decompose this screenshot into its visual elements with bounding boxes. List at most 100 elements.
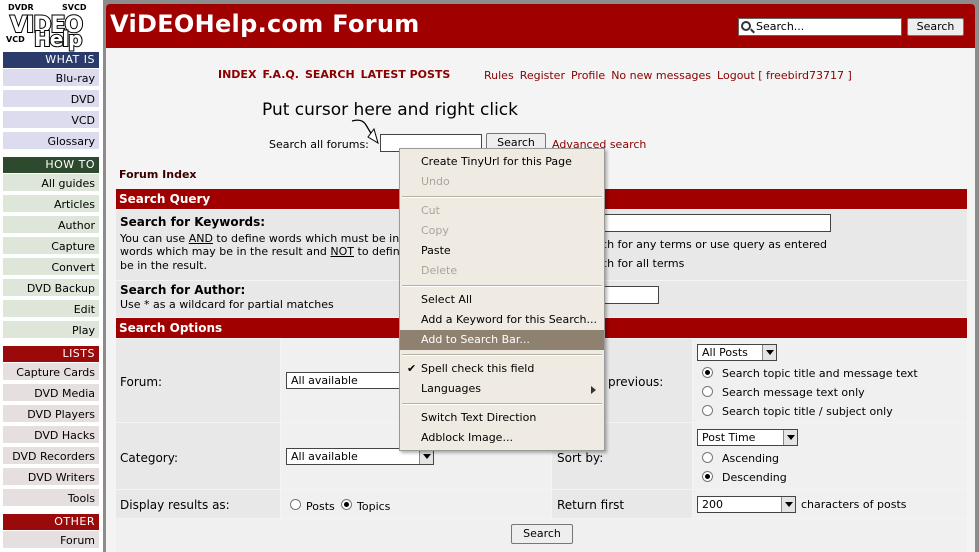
keywords-input[interactable] — [590, 214, 831, 232]
sidebar-item-dvd-backup[interactable]: DVD Backup — [3, 279, 99, 298]
scope-radio-message-only[interactable] — [702, 386, 713, 397]
sidebar-item-capture[interactable]: Capture — [3, 237, 99, 256]
return-suffix: characters of posts — [801, 498, 907, 511]
chevron-down-icon — [419, 449, 433, 464]
ctx-cut: Cut — [421, 204, 440, 217]
return-select[interactable]: 200 — [697, 496, 796, 513]
sort-descending: Descending — [722, 471, 787, 484]
sidebar-item-glossary[interactable]: Glossary — [3, 132, 99, 151]
sidebar-item-dvd-recorders[interactable]: DVD Recorders — [3, 447, 99, 466]
sort-radio-ascending[interactable] — [702, 452, 713, 463]
keywords-label: Search for Keywords: — [120, 215, 266, 229]
sidebar-item-bluray[interactable]: Blu-ray — [3, 69, 99, 88]
nav-profile[interactable]: Profile — [571, 69, 605, 82]
ctx-select-all[interactable]: Select All — [400, 290, 604, 310]
secondary-nav: Rules Register Profile No new messages Logou… — [484, 69, 858, 82]
chevron-down-icon — [762, 345, 776, 360]
logo-help: Help — [33, 26, 84, 52]
annotation-text: Put cursor here and right click — [262, 100, 518, 120]
display-label: Display results as: — [120, 498, 230, 512]
scope-message-only: Search message text only — [722, 386, 865, 399]
checkmark-icon: ✔ — [407, 362, 417, 375]
header-search-input[interactable]: Search... — [738, 18, 902, 36]
sidebar: DVDR SVCD VIDEO VCD Help WHAT IS Blu-ray… — [0, 0, 102, 552]
sidebar-item-edit[interactable]: Edit — [3, 300, 99, 319]
scope-title-only: Search topic title / subject only — [722, 405, 893, 418]
display-radio-posts[interactable] — [290, 499, 301, 510]
sidebar-item-play[interactable]: Play — [3, 321, 99, 340]
scope-radio-title-only[interactable] — [702, 405, 713, 416]
return-label: Return first — [557, 498, 625, 512]
scope-radio-title-message[interactable] — [702, 367, 713, 378]
display-topics: Topics — [357, 500, 391, 513]
logo-vcd: VCD — [6, 35, 25, 44]
forum-label: Forum: — [120, 375, 163, 389]
ctx-spell-check[interactable]: ✔ Spell check this field — [400, 359, 604, 379]
forum-select[interactable]: All available — [286, 372, 404, 389]
ctx-undo: Undo — [421, 175, 450, 188]
ctx-add-to-search-bar[interactable]: Add to Search Bar... — [400, 330, 604, 350]
ctx-adblock-image[interactable]: Adblock Image... — [400, 428, 604, 448]
keywords-help-line3: be in the result. — [120, 259, 207, 272]
context-menu: Create TinyUrl for this Page Undo Cut Co… — [399, 148, 605, 451]
search-icon — [741, 21, 751, 31]
logo-svcd: SVCD — [62, 3, 87, 12]
nav-register[interactable]: Register — [520, 69, 565, 82]
author-label: Search for Author: — [120, 283, 246, 297]
sort-select[interactable]: Post Time — [697, 429, 798, 446]
sidebar-item-articles[interactable]: Articles — [3, 195, 99, 214]
sidebar-item-dvd-hacks[interactable]: DVD Hacks — [3, 426, 99, 445]
sidebar-item-dvd-players[interactable]: DVD Players — [3, 405, 99, 424]
sidebar-item-all-guides[interactable]: All guides — [3, 174, 99, 193]
sidebar-header-how-to: HOW TO — [3, 157, 99, 173]
previous-select[interactable]: All Posts — [697, 344, 777, 361]
sidebar-item-tools[interactable]: Tools — [3, 489, 99, 508]
display-posts: Posts — [306, 500, 335, 513]
keywords-help-line2: words which may be in the result and NOT… — [120, 245, 400, 258]
ctx-create-tinyurl[interactable]: Create TinyUrl for this Page — [400, 152, 604, 172]
nav-logout[interactable]: Logout [ freebird73717 ] — [717, 69, 852, 82]
chevron-down-icon — [783, 430, 797, 445]
sidebar-item-dvd[interactable]: DVD — [3, 90, 99, 109]
scope-title-message: Search topic title and message text — [722, 367, 918, 380]
sort-label: Sort by: — [557, 451, 604, 465]
sidebar-item-convert[interactable]: Convert — [3, 258, 99, 277]
category-label: Category: — [120, 451, 178, 465]
site-logo[interactable]: DVDR SVCD VIDEO VCD Help — [4, 3, 98, 52]
sort-ascending: Ascending — [722, 452, 780, 465]
previous-label: previous: — [608, 375, 664, 389]
chevron-down-icon — [781, 497, 795, 512]
author-help: Use * as a wildcard for partial matches — [120, 298, 334, 311]
page-title: ViDEOHelp.com Forum — [110, 10, 420, 38]
nav-search[interactable]: SEARCH — [305, 68, 355, 81]
submit-search-button[interactable]: Search — [511, 524, 573, 544]
ctx-switch-text-direction[interactable]: Switch Text Direction — [400, 408, 604, 428]
sort-radio-descending[interactable] — [702, 471, 713, 482]
ctx-languages[interactable]: Languages — [400, 379, 604, 399]
keywords-help-line1: You can use AND to define words which mu… — [120, 232, 400, 245]
sidebar-item-dvd-media[interactable]: DVD Media — [3, 384, 99, 403]
nav-faq[interactable]: F.A.Q. — [262, 68, 299, 81]
breadcrumb[interactable]: Forum Index — [119, 168, 197, 181]
sidebar-item-author[interactable]: Author — [3, 216, 99, 235]
ctx-paste[interactable]: Paste — [400, 241, 604, 261]
ctx-add-keyword[interactable]: Add a Keyword for this Search... — [400, 310, 604, 330]
sidebar-header-other: OTHER — [3, 514, 99, 530]
logo-dvdr: DVDR — [8, 3, 34, 12]
nav-new-messages[interactable]: No new messages — [611, 69, 711, 82]
primary-nav: INDEX F.A.Q. SEARCH LATEST POSTS — [218, 68, 456, 81]
sidebar-item-capture-cards[interactable]: Capture Cards — [3, 363, 99, 382]
any-terms-option[interactable]: arch for any terms or use query as enter… — [590, 238, 827, 251]
header-search-button[interactable]: Search — [907, 18, 964, 36]
display-radio-topics[interactable] — [341, 499, 352, 510]
chevron-right-icon — [591, 386, 596, 394]
nav-latest-posts[interactable]: LATEST POSTS — [361, 68, 451, 81]
sidebar-item-vcd[interactable]: VCD — [3, 111, 99, 130]
sidebar-header-what-is: WHAT IS — [3, 52, 99, 68]
nav-index[interactable]: INDEX — [218, 68, 256, 81]
sidebar-item-forum[interactable]: Forum — [3, 531, 99, 550]
nav-rules[interactable]: Rules — [484, 69, 514, 82]
sidebar-item-dvd-writers[interactable]: DVD Writers — [3, 468, 99, 487]
ctx-delete: Delete — [421, 264, 458, 277]
sidebar-header-lists: LISTS — [3, 346, 99, 362]
